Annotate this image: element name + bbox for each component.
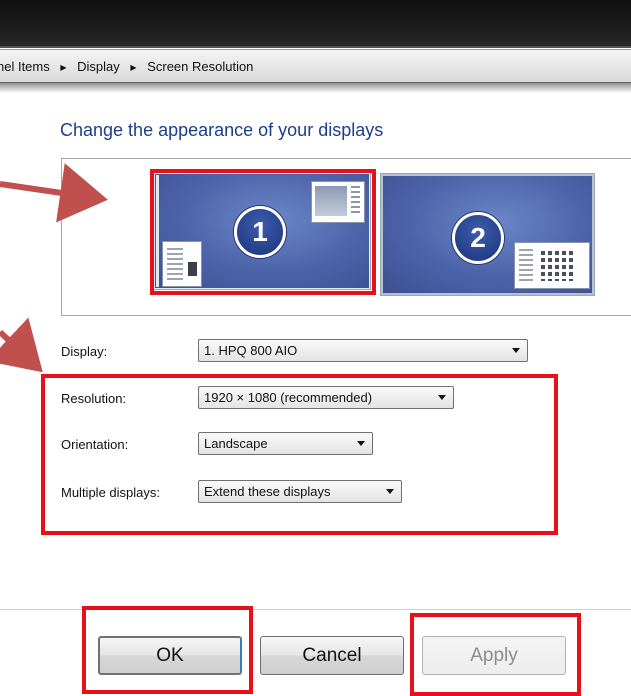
arrow-annotation-icon xyxy=(0,163,108,373)
